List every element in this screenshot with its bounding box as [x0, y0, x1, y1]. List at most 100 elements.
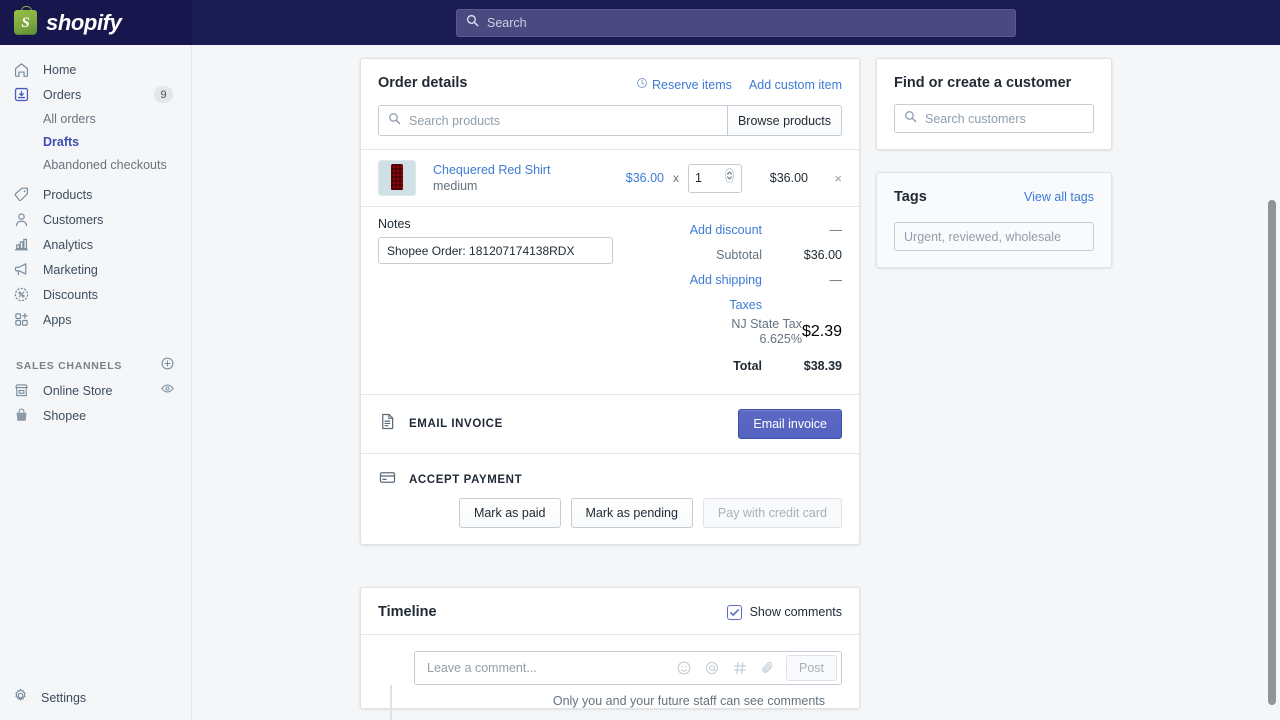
add-custom-item-link[interactable]: Add custom item	[749, 78, 842, 92]
totals-row-total: Total $38.39	[613, 353, 842, 378]
sidebar-item-products[interactable]: Products	[0, 182, 191, 207]
sidebar-item-online-store[interactable]: Online Store	[0, 378, 191, 403]
shopify-logo[interactable]: S shopify	[0, 0, 192, 45]
sidebar-item-discounts[interactable]: Discounts	[0, 282, 191, 307]
comment-placeholder: Leave a comment...	[427, 661, 676, 675]
add-discount-link[interactable]: Add discount	[690, 223, 762, 237]
product-search-input[interactable]: Search products	[379, 106, 727, 135]
quantity-stepper[interactable]: 1	[688, 164, 742, 193]
eye-icon[interactable]	[160, 381, 175, 401]
vertical-scrollbar[interactable]	[1268, 200, 1276, 705]
sidebar-item-customers[interactable]: Customers	[0, 207, 191, 232]
sidebar-item-shopee[interactable]: Shopee	[0, 403, 191, 428]
search-icon	[904, 110, 917, 128]
totals-row-shipping: Add shipping —	[613, 267, 842, 292]
customer-search-input[interactable]: Search customers	[894, 104, 1094, 133]
storefront-icon	[12, 381, 31, 400]
shopify-logo-text: shopify	[46, 10, 121, 36]
page-title: Order details	[378, 75, 467, 91]
timeline-header: Timeline Show comments	[361, 588, 859, 634]
stepper-up-down-icon[interactable]	[724, 167, 735, 189]
accept-payment-section: ACCEPT PAYMENT	[361, 454, 859, 498]
global-search-input[interactable]: Search	[456, 9, 1016, 37]
line-item-info: Chequered Red Shirt medium	[433, 162, 606, 195]
notes-and-totals: Notes Shopee Order: 181207174138RDX Add …	[361, 207, 859, 394]
customer-search-placeholder: Search customers	[925, 112, 1026, 126]
totals-row-subtotal: Subtotal $36.00	[613, 242, 842, 267]
subtotal-label: Subtotal	[716, 248, 762, 262]
tax-name: NJ State Tax	[731, 317, 802, 332]
order-details-header: Order details Reserve items Add custom i…	[361, 59, 859, 92]
browse-products-button[interactable]: Browse products	[727, 106, 841, 135]
customer-card-title: Find or create a customer	[894, 75, 1094, 91]
quantity-value: 1	[695, 171, 702, 185]
notes-value: Shopee Order: 181207174138RDX	[387, 244, 574, 258]
pay-with-credit-card-button: Pay with credit card	[703, 498, 842, 528]
unit-price[interactable]: $36.00	[606, 171, 664, 185]
sidebar-item-label: Marketing	[43, 263, 98, 277]
search-icon	[466, 14, 479, 32]
sidebar-item-label: Products	[43, 188, 92, 202]
tags-input[interactable]: Urgent, reviewed, wholesale	[894, 222, 1094, 251]
tax-rate: 6.625%	[731, 332, 802, 347]
comment-toolbar	[676, 660, 786, 676]
mark-as-pending-button[interactable]: Mark as pending	[571, 498, 693, 528]
apps-grid-icon	[12, 310, 31, 329]
tax-value: $2.39	[802, 323, 842, 341]
sidebar-subitem-drafts[interactable]: Drafts	[0, 130, 191, 153]
view-all-tags-link[interactable]: View all tags	[1024, 190, 1094, 204]
add-shipping-link[interactable]: Add shipping	[690, 273, 762, 287]
sidebar-subitem-all-orders[interactable]: All orders	[0, 107, 191, 130]
totals-row-discount: Add discount —	[613, 217, 842, 242]
red-checkered-shirt-thumbnail	[379, 161, 415, 195]
email-invoice-section-title: EMAIL INVOICE	[409, 418, 726, 430]
right-column: Find or create a customer Search custome…	[876, 58, 1112, 709]
customer-card: Find or create a customer Search custome…	[876, 58, 1112, 150]
sidebar-item-analytics[interactable]: Analytics	[0, 232, 191, 257]
top-bar: S shopify Search	[0, 0, 1280, 45]
totals-row-tax-detail: NJ State Tax 6.625% $2.39	[613, 317, 842, 347]
sidebar-item-marketing[interactable]: Marketing	[0, 257, 191, 282]
email-invoice-button[interactable]: Email invoice	[738, 409, 842, 439]
accept-payment-section-title: ACCEPT PAYMENT	[409, 474, 842, 486]
total-value: $38.39	[762, 359, 842, 373]
show-comments-toggle[interactable]: Show comments	[727, 605, 842, 620]
search-icon	[388, 112, 401, 130]
mark-as-paid-button[interactable]: Mark as paid	[459, 498, 561, 528]
sidebar-subitem-label: All orders	[43, 112, 96, 126]
sidebar-item-home[interactable]: Home	[0, 57, 191, 82]
gear-icon	[12, 687, 29, 709]
hashtag-icon[interactable]	[732, 660, 748, 676]
sidebar-subitem-label: Drafts	[43, 135, 79, 149]
sidebar-item-label: Apps	[43, 313, 72, 327]
shipping-value: —	[762, 273, 842, 287]
mention-icon[interactable]	[704, 660, 720, 676]
tags-card-title: Tags	[894, 189, 927, 205]
product-name-link[interactable]: Chequered Red Shirt	[433, 162, 606, 178]
top-search-wrapper: Search	[192, 9, 1280, 37]
close-icon[interactable]: ×	[808, 171, 842, 186]
comment-input[interactable]: Leave a comment...	[414, 651, 842, 685]
notes-input[interactable]: Shopee Order: 181207174138RDX	[378, 237, 613, 264]
sidebar-item-label: Online Store	[43, 384, 112, 398]
total-label: Total	[733, 359, 762, 373]
product-thumbnail[interactable]	[378, 160, 416, 196]
shopify-bag-icon: S	[14, 10, 37, 35]
line-total: $36.00	[742, 171, 808, 185]
sidebar-subitem-label: Abandoned checkouts	[43, 158, 167, 172]
sidebar-item-orders[interactable]: Orders 9	[0, 82, 191, 107]
post-comment-button[interactable]: Post	[786, 655, 837, 681]
taxes-link[interactable]: Taxes	[729, 298, 762, 312]
plus-circle-icon[interactable]	[160, 356, 175, 376]
sidebar-item-settings[interactable]: Settings	[0, 685, 192, 710]
multiply-symbol: x	[664, 171, 688, 185]
sidebar-subitem-abandoned-checkouts[interactable]: Abandoned checkouts	[0, 153, 191, 176]
product-search-placeholder: Search products	[409, 114, 500, 128]
emoji-icon[interactable]	[676, 660, 692, 676]
reserve-items-link[interactable]: Reserve items	[636, 77, 732, 92]
timeline-body: Leave a comment...	[361, 635, 859, 708]
product-search-row: Search products Browse products	[378, 105, 842, 136]
attachment-icon[interactable]	[760, 660, 776, 676]
sidebar-item-apps[interactable]: Apps	[0, 307, 191, 332]
sidebar-item-label: Customers	[43, 213, 103, 227]
